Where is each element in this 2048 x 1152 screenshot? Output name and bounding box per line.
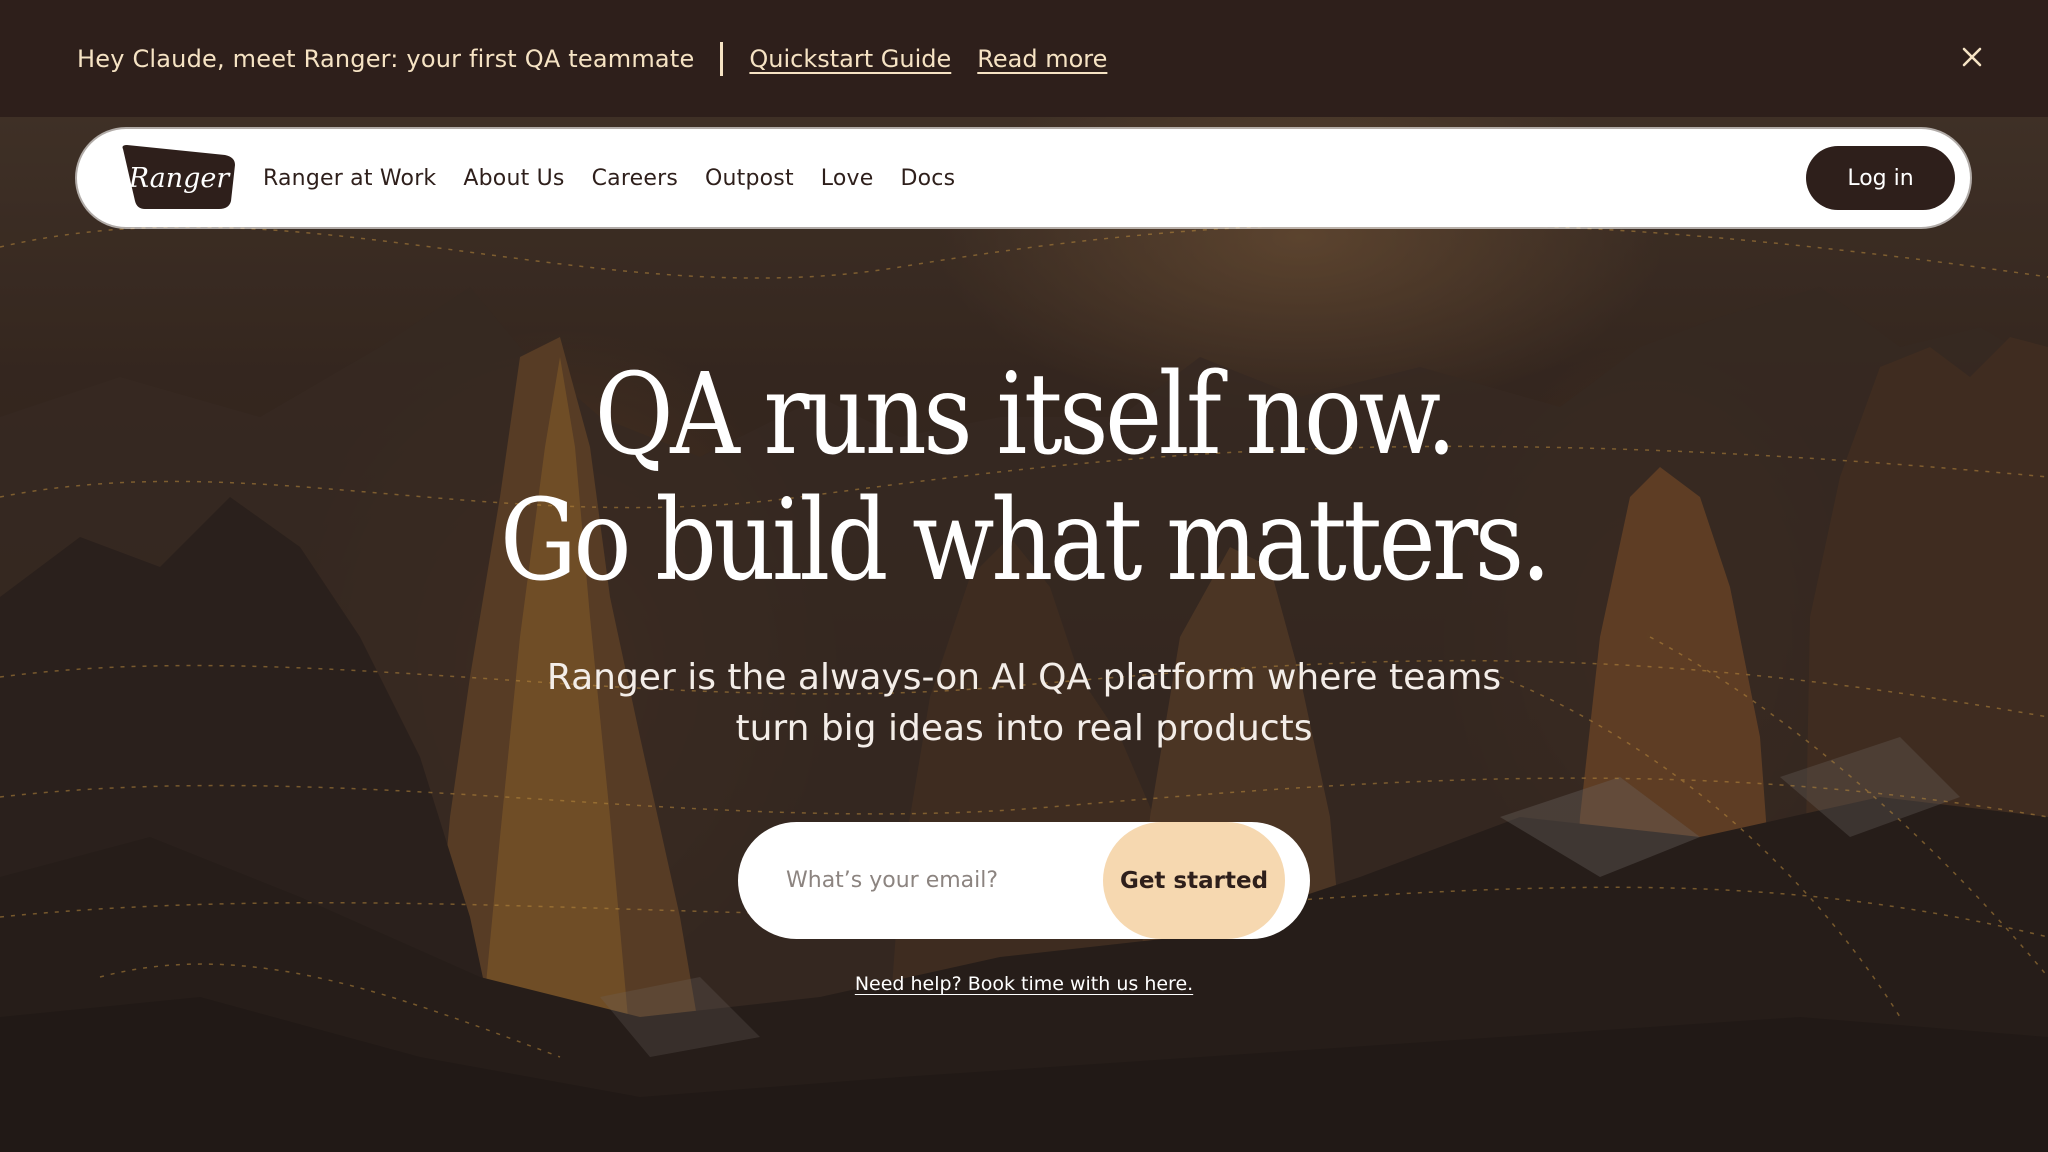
nav-link-outpost[interactable]: Outpost — [705, 166, 794, 191]
nav-link-love[interactable]: Love — [821, 166, 874, 191]
hero-headline: QA runs itself now. Go build what matter… — [0, 352, 2048, 604]
read-more-link[interactable]: Read more — [977, 45, 1107, 73]
subtitle-line-2: turn big ideas into real products — [735, 708, 1313, 749]
nav-link-careers[interactable]: Careers — [592, 166, 678, 191]
subtitle-line-1: Ranger is the always-on AI QA platform w… — [546, 657, 1502, 698]
nav-link-ranger-at-work[interactable]: Ranger at Work — [263, 166, 436, 191]
hero-background — [0, 117, 2048, 1152]
headline-line-2: Go build what matters. — [500, 476, 1551, 606]
announcement-divider — [720, 41, 724, 76]
close-icon[interactable] — [1954, 39, 1990, 75]
top-navigation: Ranger Ranger at Work About Us Careers O… — [77, 129, 1970, 227]
announcement-message: Hey Claude, meet Ranger: your first QA t… — [77, 44, 695, 73]
headline-line-1: QA runs itself now. — [594, 350, 1457, 480]
announcement-bar: Hey Claude, meet Ranger: your first QA t… — [0, 0, 2048, 117]
nav-link-docs[interactable]: Docs — [900, 166, 955, 191]
logo-text: Ranger — [128, 163, 232, 194]
nav-link-about-us[interactable]: About Us — [463, 166, 564, 191]
email-signup-form: Get started — [738, 822, 1310, 939]
get-started-button[interactable]: Get started — [1103, 822, 1285, 939]
help-link-container: Need help? Book time with us here. — [0, 973, 2048, 995]
login-button[interactable]: Log in — [1806, 146, 1955, 210]
mountain-landscape-image — [0, 117, 2048, 1152]
hero-subtitle: Ranger is the always-on AI QA platform w… — [0, 652, 2048, 754]
book-time-link[interactable]: Need help? Book time with us here. — [855, 973, 1193, 995]
email-input[interactable] — [786, 856, 1106, 904]
landing-page: Hey Claude, meet Ranger: your first QA t… — [0, 0, 2048, 1152]
nav-links: Ranger at Work About Us Careers Outpost … — [263, 166, 982, 191]
quickstart-guide-link[interactable]: Quickstart Guide — [749, 45, 951, 73]
ranger-logo[interactable]: Ranger — [119, 143, 239, 213]
